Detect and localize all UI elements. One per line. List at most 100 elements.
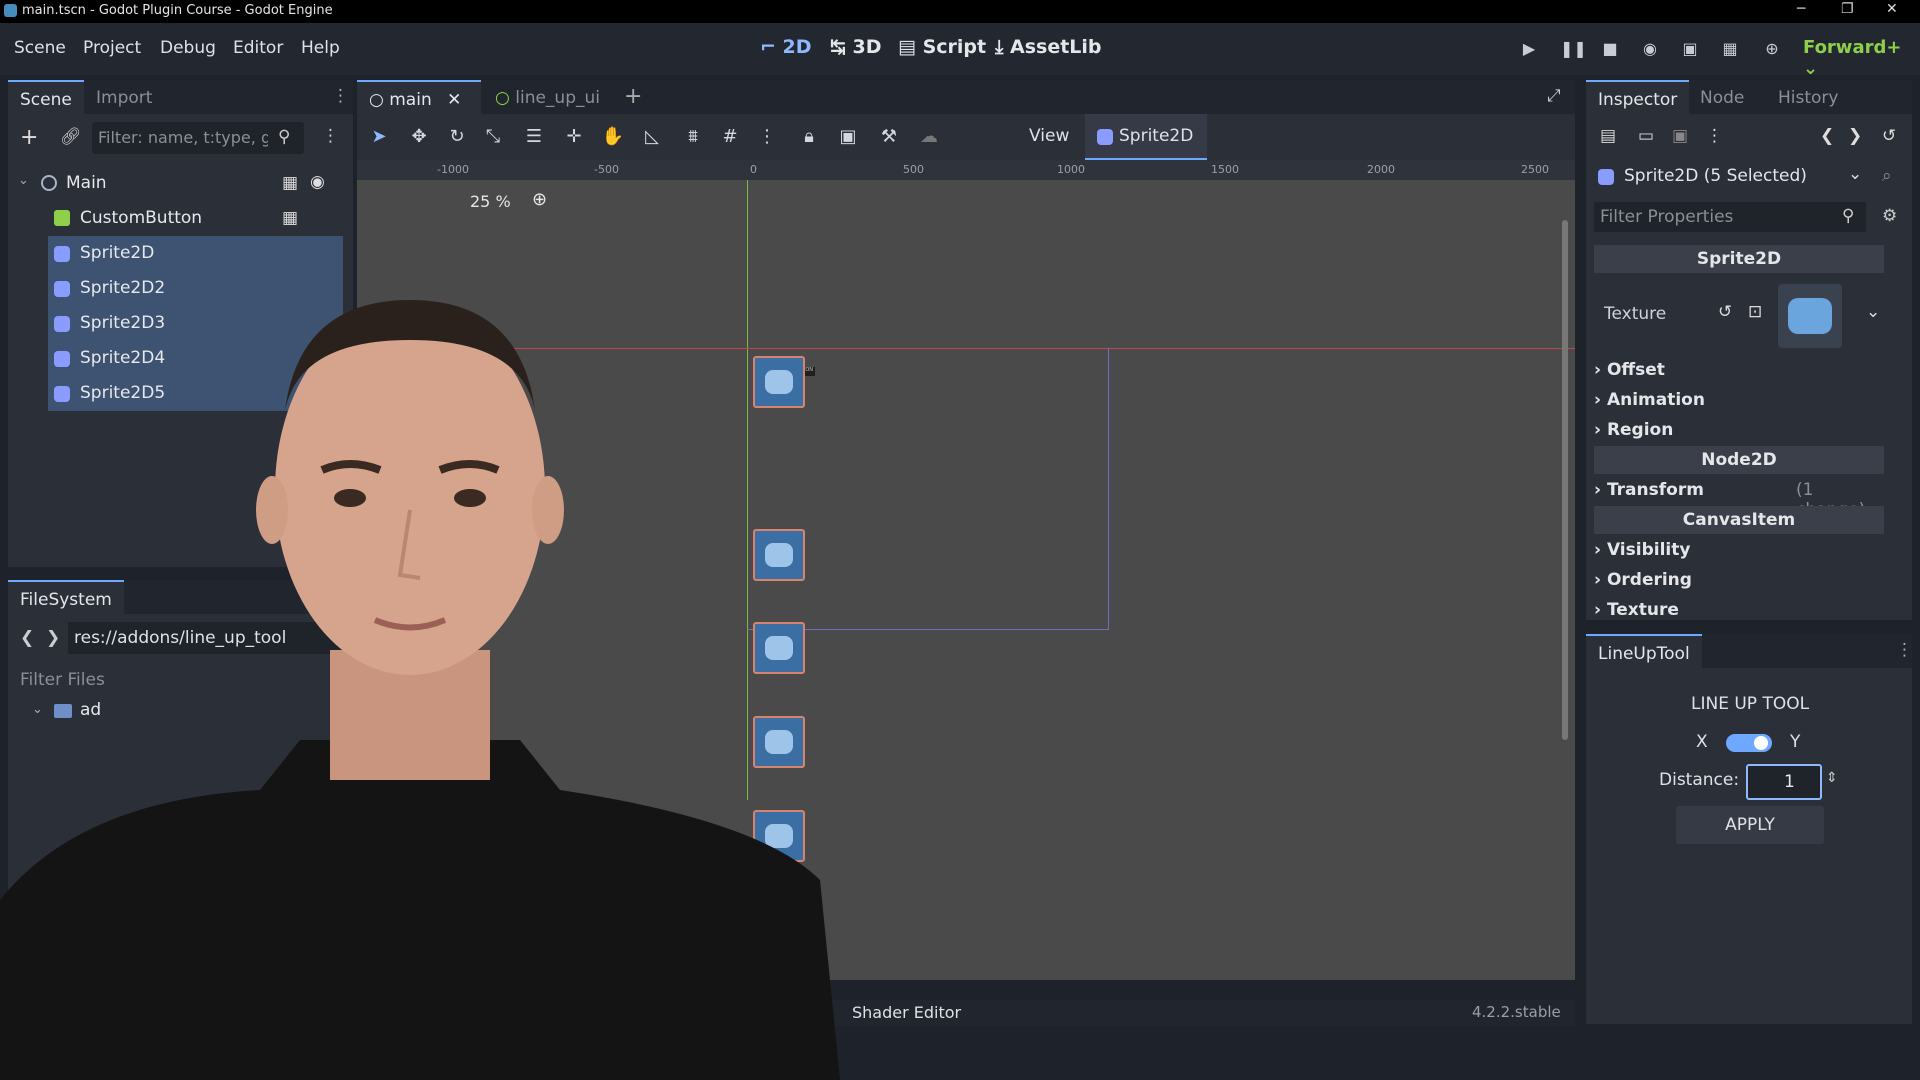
- select-tool-icon[interactable]: ➤: [367, 126, 391, 150]
- bone-icon[interactable]: ⚒: [877, 126, 901, 150]
- new-resource-icon[interactable]: ▤: [1600, 126, 1616, 146]
- history-back-icon[interactable]: ❮: [1820, 126, 1834, 146]
- chevron-down-icon: ⌄: [1848, 164, 1863, 184]
- mode-2d-button[interactable]: ⌐ 2D: [760, 36, 812, 58]
- sprite2d-toolbar-button[interactable]: Sprite2D: [1085, 114, 1207, 160]
- particles-icon[interactable]: ☁: [917, 126, 941, 150]
- tab-line-up-ui[interactable]: ○ line_up_ui: [483, 80, 612, 114]
- shader-editor-tab[interactable]: Shader Editor: [852, 1003, 961, 1022]
- instance-scene-icon[interactable]: 🔗︎: [60, 127, 82, 147]
- inspector-tabbar: Inspector Node History: [1586, 80, 1912, 114]
- revert-icon[interactable]: ↺: [1718, 302, 1732, 322]
- view-menu[interactable]: View: [1029, 126, 1069, 146]
- tab-scene[interactable]: Scene: [8, 80, 84, 114]
- tab-node[interactable]: Node: [1688, 80, 1756, 114]
- tab-history[interactable]: History: [1766, 80, 1850, 114]
- selection-dropdown[interactable]: Sprite2D (5 Selected) ⌄: [1594, 162, 1866, 192]
- viewport-tabbar: ○ main ✕ ○ line_up_ui + ⤢: [357, 80, 1575, 114]
- property-options-icon[interactable]: ⚙: [1882, 206, 1897, 226]
- list-select-icon[interactable]: ☰: [522, 126, 546, 150]
- pivot-tool-icon[interactable]: ✛: [562, 126, 586, 150]
- presenter-webcam-overlay: [0, 300, 840, 1080]
- distance-input[interactable]: 1: [1746, 764, 1822, 800]
- section-ordering[interactable]: › Ordering: [1594, 570, 1884, 598]
- ruler-label: 2000: [1367, 163, 1395, 176]
- section-offset[interactable]: › Offset: [1594, 360, 1884, 388]
- minimize-icon[interactable]: ─: [1797, 1, 1805, 17]
- restore-icon[interactable]: ❐: [1841, 1, 1854, 17]
- chevron-down-icon[interactable]: ⌄: [1866, 302, 1880, 322]
- filter-placeholder: Filter Properties: [1600, 207, 1734, 227]
- menu-help[interactable]: Help: [301, 38, 340, 58]
- class-header-label: CanvasItem: [1682, 510, 1796, 530]
- rotate-tool-icon[interactable]: ↻: [445, 126, 469, 150]
- movie-maker-icon[interactable]: ⊕: [1762, 39, 1782, 59]
- mode-3d-button[interactable]: ↹ 3D: [830, 36, 882, 58]
- spin-arrows-icon[interactable]: ⇕: [1826, 770, 1838, 786]
- history-icon[interactable]: ↺: [1882, 126, 1896, 146]
- apply-label: APPLY: [1725, 815, 1775, 835]
- title-bar: main.tscn - Godot Plugin Course - Godot …: [0, 0, 1920, 23]
- inspector-panel: Inspector Node History ▤ ▭ ▣ ⋮ ❮ ❯ ↺ Spr…: [1586, 80, 1912, 620]
- close-window-icon[interactable]: ✕: [1886, 1, 1898, 17]
- history-forward-icon[interactable]: ❯: [1848, 126, 1862, 146]
- stop-icon[interactable]: ■: [1600, 39, 1620, 59]
- snap-options-icon[interactable]: ⋮: [755, 126, 779, 150]
- axis-toggle[interactable]: [1726, 734, 1772, 752]
- close-tab-icon[interactable]: ✕: [447, 90, 461, 110]
- tab-inspector[interactable]: Inspector: [1586, 80, 1690, 114]
- tab-main[interactable]: ○ main ✕: [357, 80, 481, 114]
- texture-label: Texture: [1604, 304, 1667, 324]
- scene-filter-placeholder: Filter: name, t:type, g: [98, 128, 268, 147]
- play-icon[interactable]: ▶: [1519, 39, 1539, 59]
- tab-lineup-tool[interactable]: LineUpTool: [1586, 634, 1702, 668]
- filter-properties-input[interactable]: Filter Properties ⚲: [1594, 202, 1866, 232]
- section-visibility[interactable]: › Visibility: [1594, 540, 1884, 568]
- group-icon[interactable]: ▣: [836, 126, 860, 150]
- distance-value: 1: [1784, 772, 1795, 792]
- play-scene-icon[interactable]: ▣: [1680, 39, 1700, 59]
- play-custom-icon[interactable]: ▦: [1720, 39, 1740, 59]
- apply-button[interactable]: APPLY: [1676, 806, 1824, 844]
- section-texture[interactable]: › Texture: [1594, 600, 1884, 620]
- save-icon[interactable]: ▣: [1672, 126, 1688, 146]
- lock-icon[interactable]: 🔒︎: [797, 126, 821, 150]
- pause-icon[interactable]: ❚❚: [1560, 39, 1587, 59]
- tab-import[interactable]: Import: [84, 80, 164, 114]
- smart-snap-icon[interactable]: ⩩: [681, 126, 705, 150]
- axis-x-label: X: [1696, 732, 1708, 752]
- add-tab-icon[interactable]: +: [624, 84, 642, 109]
- section-animation[interactable]: › Animation: [1594, 390, 1884, 418]
- section-transform[interactable]: › Transform (1 change): [1594, 480, 1884, 520]
- distraction-free-icon[interactable]: ⤢: [1547, 86, 1561, 106]
- renderer-select[interactable]: Forward+ ⌄: [1803, 37, 1920, 79]
- section-label: Animation: [1606, 390, 1705, 410]
- viewport-scrollbar[interactable]: [1562, 220, 1568, 740]
- mode-script-button[interactable]: ▤ Script: [898, 36, 986, 58]
- edit-texture-icon[interactable]: ⊡: [1748, 302, 1762, 322]
- ruler-tool-icon[interactable]: ◺: [640, 126, 664, 150]
- mode-assetlib-button[interactable]: ⤓ AssetLib: [995, 36, 1102, 58]
- grid-snap-icon[interactable]: #: [718, 126, 742, 150]
- inspector-options-icon[interactable]: ⋮: [1706, 126, 1723, 146]
- object-search-icon[interactable]: ⌕: [1882, 166, 1892, 186]
- move-tool-icon[interactable]: ✥: [407, 126, 431, 150]
- section-region[interactable]: › Region: [1594, 420, 1884, 448]
- open-folder-icon[interactable]: ▭: [1638, 126, 1654, 146]
- tab-main-label: main: [389, 90, 432, 110]
- scene-filter-input[interactable]: Filter: name, t:type, g ⚲: [92, 122, 304, 154]
- remote-debug-icon[interactable]: ◉: [1640, 39, 1660, 59]
- menu-debug[interactable]: Debug: [160, 38, 216, 58]
- scene-menu-icon[interactable]: ⋮: [332, 86, 349, 106]
- texture-preview[interactable]: [1778, 284, 1842, 348]
- menu-editor[interactable]: Editor: [233, 38, 283, 58]
- pan-tool-icon[interactable]: ✋: [601, 126, 625, 150]
- menu-project[interactable]: Project: [83, 38, 141, 58]
- dock-menu-icon[interactable]: ⋮: [1896, 640, 1913, 660]
- add-node-icon[interactable]: +: [20, 125, 38, 150]
- ruler-label: 2500: [1521, 163, 1549, 176]
- scale-tool-icon[interactable]: ⤡: [481, 126, 505, 150]
- scene-options-icon[interactable]: ⋮: [322, 126, 339, 146]
- menu-scene[interactable]: Scene: [14, 38, 66, 58]
- class-header-node2d: Node2D: [1594, 446, 1884, 474]
